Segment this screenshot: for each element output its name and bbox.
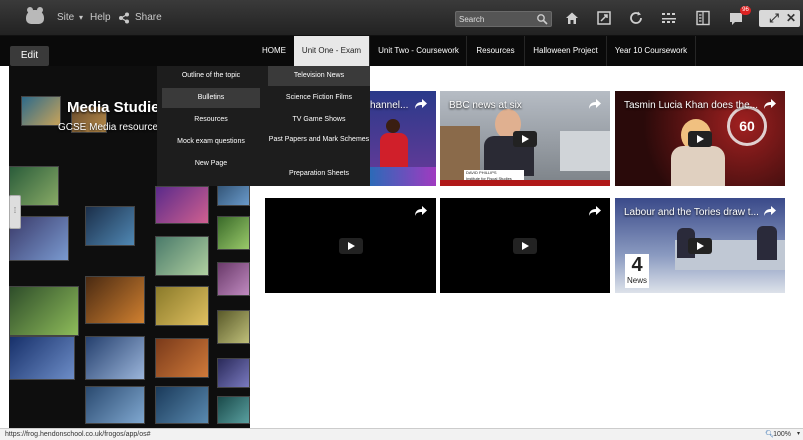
hero-thumb-image [85,206,135,246]
hero-thumb-image [21,96,61,126]
share-icon[interactable] [588,205,602,217]
top-toolbar: Site ▾ Help Share 96 ⤢ ✕ [0,0,803,36]
resize-icon[interactable] [596,10,612,26]
help-link[interactable]: Help [90,0,111,36]
menu-item-preparation-sheets[interactable]: Preparation Sheets [268,164,370,184]
chevron-down-icon[interactable]: ▾ [797,429,800,440]
share-icon[interactable] [588,98,602,110]
close-button[interactable]: ✕ [782,10,800,27]
video-title: BBC news at six [449,100,522,111]
hero-thumb-image [155,286,209,326]
notification-badge: 96 [740,6,751,15]
hero-thumb-image [217,358,250,388]
hero-thumb-image [155,338,209,378]
menu-item-television-news[interactable]: Television News [268,66,370,86]
hero-thumb-image [217,262,250,296]
video-card[interactable]: 60 Tasmin Lucia Khan does the... [615,91,785,186]
play-button[interactable] [338,237,363,254]
menu-item-outline-of-the-topic[interactable]: Outline of the topic [162,66,260,86]
news-ticker [440,180,610,186]
search-input[interactable] [459,13,531,25]
nav-home[interactable]: HOME [254,36,294,66]
play-button[interactable] [513,237,537,254]
presenter-figure [386,119,400,133]
refresh-icon[interactable] [628,10,644,26]
menu-item-past-papers-and-mark-schemes[interactable]: Past Papers and Mark Schemes [268,132,370,156]
play-button[interactable] [688,237,712,254]
hero-thumb-image [85,276,145,324]
frog-logo-icon[interactable] [26,7,44,24]
menu-item-resources[interactable]: Resources [162,110,260,130]
zoom-level[interactable]: 100% [773,429,791,440]
panel-icon[interactable] [695,10,711,26]
share-icon[interactable] [763,98,777,110]
grid-icon[interactable] [661,10,677,26]
nav-halloween-project[interactable]: Halloween Project [525,36,607,66]
menu-item-bulletins[interactable]: Bulletins [162,88,260,108]
hero-thumb-image [217,396,250,424]
page-subtitle: GCSE Media resources [58,122,164,133]
share-icon[interactable] [414,98,428,110]
video-title: hannel... [370,100,409,111]
home-icon[interactable] [564,10,580,26]
nav-year-10-coursework[interactable]: Year 10 Coursework [607,36,696,66]
play-button[interactable] [513,130,537,147]
page-title: Media Studies [67,99,168,116]
menu-item-tv-game-shows[interactable]: TV Game Shows [268,110,370,130]
menu-item-science-fiction-films[interactable]: Science Fiction Films [268,88,370,108]
play-button[interactable] [688,130,712,147]
share-icon[interactable] [414,205,428,217]
nav-unit-two-coursework[interactable]: Unit Two - Coursework [371,36,467,66]
status-url: https://frog.hendonschool.co.uk/frogos/a… [5,431,151,438]
clock-graphic: 60 [727,106,767,146]
presenter-figure [671,146,725,186]
hero-thumb-image [155,236,209,276]
share-link[interactable]: Share [135,0,162,36]
edit-button[interactable]: Edit [10,46,49,66]
status-bar: https://frog.hendonschool.co.uk/frogos/a… [0,428,803,440]
video-card[interactable]: 4 News Labour and the Tories draw t... [615,198,785,293]
hero-thumb-image [85,336,145,380]
search-icon[interactable] [536,13,548,25]
background-vehicle [560,131,610,171]
nav-resources[interactable]: Resources [467,36,525,66]
video-title: Labour and the Tories draw t... [624,207,759,218]
hero-thumb-image [217,310,250,344]
hero-thumb-image [9,286,79,336]
video-card[interactable]: hannel... [370,91,436,186]
share-icon[interactable] [118,12,130,24]
site-menu[interactable]: Site [57,0,74,36]
chevron-down-icon: ▾ [79,13,84,22]
video-card[interactable] [265,198,436,293]
hero-thumb-image [85,386,145,424]
video-card[interactable]: DAVID PHILLIPS Institute for Fiscal Studi… [440,91,610,186]
menu-item-new-page[interactable]: New Page [162,154,260,174]
hero-thumb-image [155,386,209,424]
menu-item-mock-exam-questions[interactable]: Mock exam questions [162,132,260,152]
hero-thumb-image [155,186,209,224]
search-box [455,11,552,27]
video-card[interactable] [440,198,610,293]
hero-thumb-image [217,216,250,250]
nav-unit-one-exam[interactable]: Unit One - Exam [294,36,370,66]
presenter-figure [757,226,777,260]
hero-thumb-image [9,336,75,380]
sidebar-toggle-handle[interactable]: ⁞ [9,195,21,229]
channel-4-news-logo: 4 News [625,254,649,288]
share-icon[interactable] [763,205,777,217]
studio-backdrop [370,167,436,186]
video-title: Tasmin Lucia Khan does the... [624,100,758,111]
